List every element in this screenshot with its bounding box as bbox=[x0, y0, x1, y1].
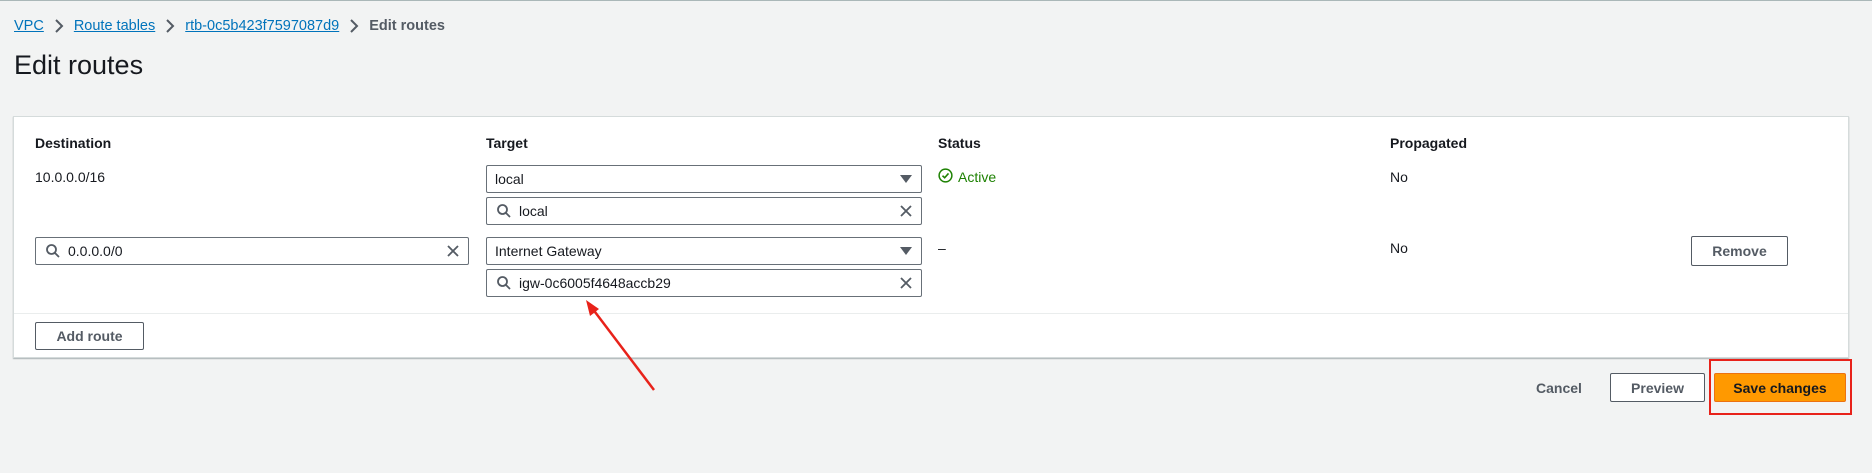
annotation-highlight-box bbox=[1709, 359, 1852, 415]
page-title: Edit routes bbox=[14, 50, 144, 80]
breadcrumb-route-table-link[interactable]: rtb-0c5b423f7597087d9 bbox=[185, 18, 339, 34]
route-1-target-search[interactable]: local bbox=[486, 197, 922, 225]
breadcrumb: VPC Route tables rtb-0c5b423f7597087d9 E… bbox=[14, 18, 445, 34]
caret-down-icon bbox=[891, 247, 921, 255]
clear-icon[interactable] bbox=[438, 245, 468, 257]
caret-down-icon bbox=[891, 175, 921, 183]
routes-panel: Destination Target Status Propagated 10.… bbox=[13, 116, 1849, 358]
route-2-target-type: Internet Gateway bbox=[495, 243, 602, 259]
search-icon bbox=[493, 204, 515, 218]
route-2-destination-value: 0.0.0.0/0 bbox=[68, 243, 123, 259]
route-1-status-text: Active bbox=[958, 169, 997, 185]
route-1-target-select[interactable]: local bbox=[486, 165, 922, 193]
route-2-status: – bbox=[938, 240, 946, 256]
search-icon bbox=[493, 276, 515, 290]
route-1-target-value: local bbox=[519, 203, 548, 219]
search-icon bbox=[42, 244, 64, 258]
breadcrumb-route-tables-link[interactable]: Route tables bbox=[74, 18, 155, 34]
route-2-destination-input[interactable]: 0.0.0.0/0 bbox=[35, 237, 469, 265]
status-column-header: Status bbox=[938, 135, 981, 151]
route-2-propagated: No bbox=[1390, 240, 1408, 256]
route-1-target-type: local bbox=[495, 171, 524, 187]
clear-icon[interactable] bbox=[891, 277, 921, 289]
chevron-right-icon bbox=[44, 18, 74, 34]
top-border bbox=[0, 0, 1872, 1]
destination-column-header: Destination bbox=[35, 135, 112, 151]
preview-button[interactable]: Preview bbox=[1610, 373, 1705, 402]
panel-divider bbox=[14, 313, 1848, 314]
cancel-button[interactable]: Cancel bbox=[1536, 380, 1582, 396]
route-2-target-value: igw-0c6005f4648accb29 bbox=[519, 275, 671, 291]
remove-route-button[interactable]: Remove bbox=[1691, 236, 1788, 266]
route-2-target-search[interactable]: igw-0c6005f4648accb29 bbox=[486, 269, 922, 297]
route-1-propagated: No bbox=[1390, 169, 1408, 185]
route-2-target-select[interactable]: Internet Gateway bbox=[486, 237, 922, 265]
route-1-destination: 10.0.0.0/16 bbox=[35, 169, 106, 185]
route-1-status: Active bbox=[938, 168, 996, 186]
target-column-header: Target bbox=[486, 135, 528, 151]
chevron-right-icon bbox=[339, 18, 369, 34]
breadcrumb-current: Edit routes bbox=[369, 18, 445, 34]
propagated-column-header: Propagated bbox=[1390, 135, 1468, 151]
clear-icon[interactable] bbox=[891, 205, 921, 217]
breadcrumb-vpc-link[interactable]: VPC bbox=[14, 18, 44, 34]
status-success-icon bbox=[938, 168, 958, 186]
chevron-right-icon bbox=[155, 18, 185, 34]
add-route-button[interactable]: Add route bbox=[35, 322, 144, 350]
